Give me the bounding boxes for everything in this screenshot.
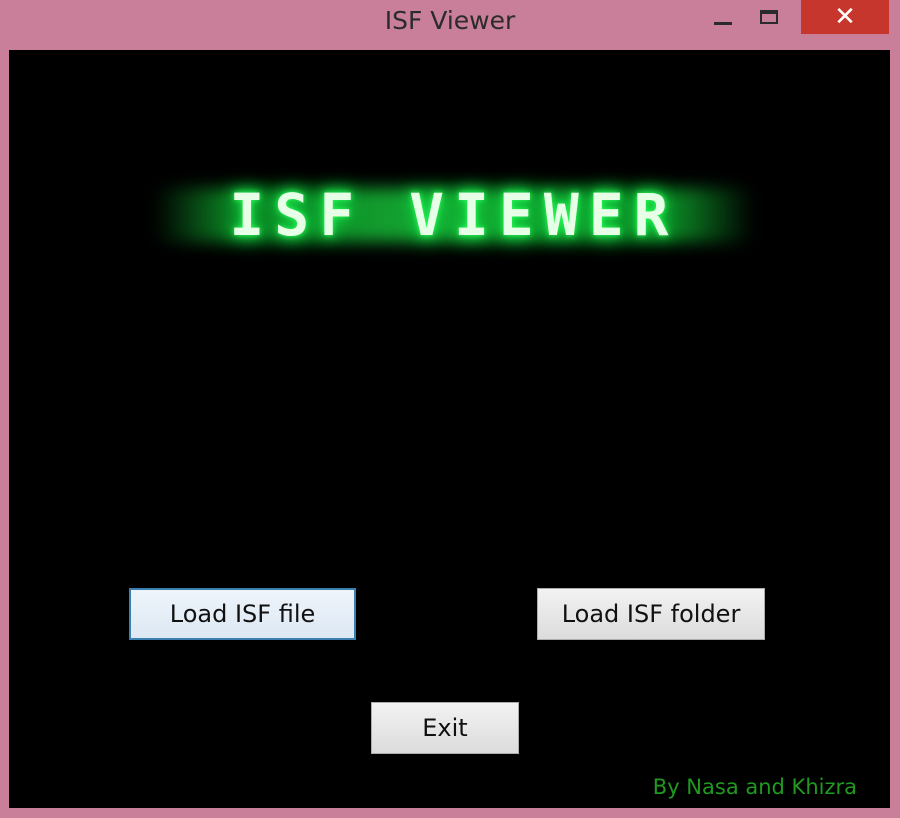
maximize-icon [760,10,778,24]
credit-text: By Nasa and Khizra [652,775,857,799]
exit-button[interactable]: Exit [371,702,519,754]
logo-text: ISF VIEWER [229,181,679,249]
app-window: ISF Viewer ✕ ISF VIEWER Load ISF file Lo… [0,0,900,818]
close-button[interactable]: ✕ [801,0,889,34]
close-icon: ✕ [834,2,856,32]
title-bar[interactable]: ISF Viewer ✕ [0,0,900,46]
app-logo: ISF VIEWER [154,180,754,250]
maximize-button[interactable] [746,0,792,34]
load-isf-folder-button[interactable]: Load ISF folder [537,588,765,640]
load-isf-file-button[interactable]: Load ISF file [129,588,356,640]
minimize-icon [714,21,732,25]
main-panel: ISF VIEWER Load ISF file Load ISF folder… [9,50,890,808]
minimize-button[interactable] [700,0,746,34]
